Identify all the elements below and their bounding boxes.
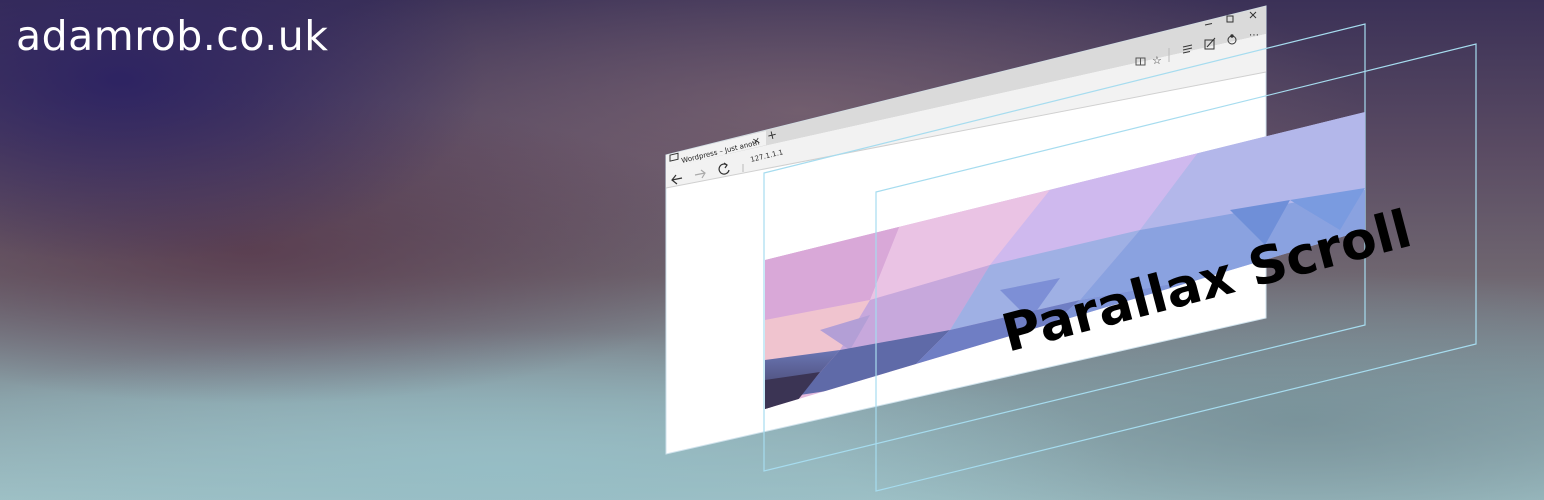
- favorite-star-icon[interactable]: ☆: [1152, 54, 1162, 67]
- banner: adamrob.co.uk Wordpress – Just anoth × +…: [0, 0, 1544, 500]
- parallax-illustration: Wordpress – Just anoth × + 127.1.1.1 ☆ ⋯…: [665, 5, 1477, 492]
- more-icon[interactable]: ⋯: [1249, 30, 1259, 41]
